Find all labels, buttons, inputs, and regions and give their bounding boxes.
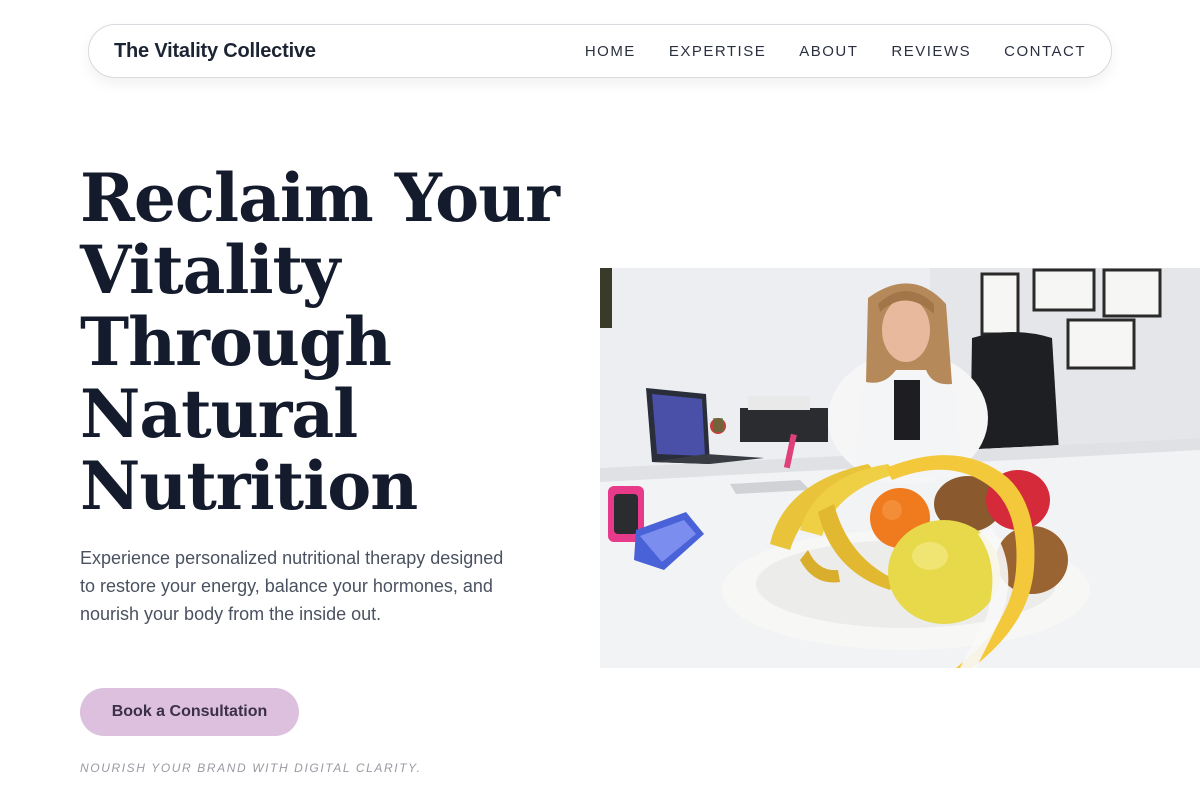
hero-title-line: Natural: [80, 375, 358, 453]
nav-link-contact[interactable]: CONTACT: [1004, 43, 1086, 60]
brand-logo-text[interactable]: The Vitality Collective: [114, 40, 316, 63]
nav-link-reviews[interactable]: REVIEWS: [891, 43, 971, 60]
nav-links: HOME EXPERTISE ABOUT REVIEWS CONTACT: [585, 43, 1086, 60]
hero-title-line: Reclaim Your: [80, 159, 560, 237]
nav-link-home[interactable]: HOME: [585, 43, 636, 60]
nav-link-expertise[interactable]: EXPERTISE: [669, 43, 766, 60]
hero-title-line: Vitality: [80, 231, 340, 309]
hero-photo-nutritionist-with-fruit-bowl: [600, 268, 1200, 668]
nav-link-about[interactable]: ABOUT: [799, 43, 858, 60]
hero-description: Experience personalized nutritional ther…: [80, 548, 504, 624]
hero-title-line: Nutrition: [80, 447, 418, 525]
hero-title-line: Through: [80, 303, 392, 381]
hero-tagline: NOURISH YOUR BRAND WITH DIGITAL CLARITY.: [80, 761, 422, 775]
book-consultation-button[interactable]: Book a Consultation: [80, 688, 299, 736]
top-navigation: The Vitality Collective HOME EXPERTISE A…: [88, 24, 1112, 78]
hero-title: Reclaim Your Vitality Through Natural Nu…: [80, 162, 560, 522]
